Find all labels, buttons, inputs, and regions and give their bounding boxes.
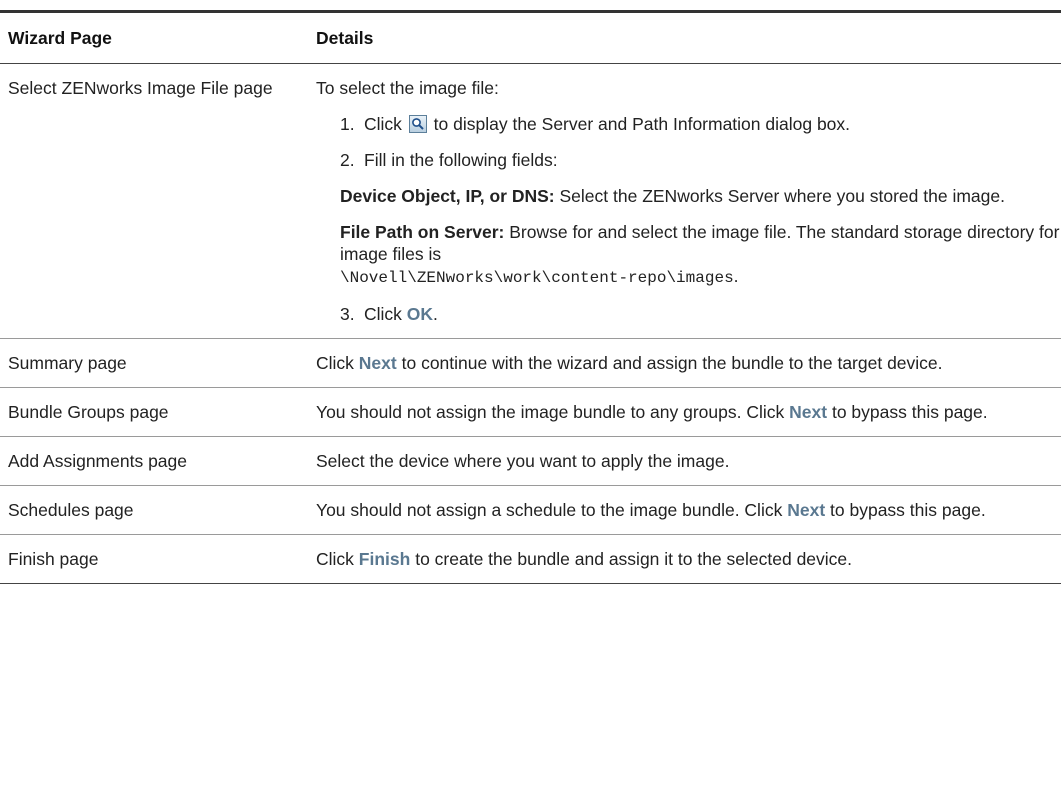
- ok-term: OK: [406, 304, 434, 324]
- wizard-page-name: Bundle Groups page: [0, 387, 316, 437]
- table-row: Add Assignments page Select the device w…: [0, 436, 1061, 486]
- wizard-page-name: Select ZENworks Image File page: [0, 63, 316, 339]
- field-label: File Path on Server:: [340, 222, 505, 242]
- step-text: Click: [364, 114, 402, 134]
- step-number: 3.: [340, 304, 355, 324]
- details-text: Click: [316, 353, 354, 373]
- wizard-page-name: Summary page: [0, 338, 316, 388]
- details-text: to bypass this page.: [830, 500, 986, 520]
- details-cell: To select the image file: 1. Click to dis…: [316, 63, 1061, 339]
- table-row: Schedules page You should not assign a s…: [0, 485, 1061, 535]
- details-text: You should not assign a schedule to the …: [316, 500, 783, 520]
- table-header-row: Wizard Page Details: [0, 10, 1061, 64]
- details-text: to create the bundle and assign it to th…: [415, 549, 853, 569]
- field-end: .: [733, 266, 739, 286]
- header-wizard-page: Wizard Page: [0, 10, 316, 64]
- table-row: Select ZENworks Image File page To selec…: [0, 63, 1061, 339]
- step-number: 1.: [340, 114, 355, 134]
- next-term: Next: [787, 500, 826, 520]
- wizard-pages-table: Wizard Page Details Select ZENworks Imag…: [0, 10, 1061, 584]
- details-text: Select the device where you want to appl…: [316, 436, 1061, 486]
- field-label: Device Object, IP, or DNS:: [340, 186, 555, 206]
- wizard-page-name: Schedules page: [0, 485, 316, 535]
- table-row: Finish page Click Finish to create the b…: [0, 534, 1061, 584]
- next-term: Next: [358, 353, 397, 373]
- details-cell: Click Next to continue with the wizard a…: [316, 338, 1061, 388]
- step-text: Fill in the following fields:: [364, 150, 558, 170]
- step-number: 2.: [340, 150, 355, 170]
- list-item: 3. Click OK.: [340, 303, 1061, 325]
- details-text: Click: [316, 549, 354, 569]
- table-row: Summary page Click Next to continue with…: [0, 338, 1061, 388]
- step-text: .: [433, 304, 438, 324]
- list-item: 2. Fill in the following fields: Device O…: [340, 149, 1061, 289]
- storage-path: \Novell\ZENworks\work\content-repo\image…: [340, 269, 734, 287]
- field-text: Select the ZENworks Server where you sto…: [559, 186, 1005, 206]
- next-term: Next: [789, 402, 828, 422]
- steps-list: 1. Click to display the Server and Path I…: [316, 113, 1061, 325]
- wizard-page-name: Add Assignments page: [0, 436, 316, 486]
- list-item: 1. Click to display the Server and Path I…: [340, 113, 1061, 135]
- details-text: to continue with the wizard and assign t…: [401, 353, 943, 373]
- search-icon[interactable]: [408, 115, 427, 133]
- header-details: Details: [316, 10, 1061, 64]
- details-cell: Click Finish to create the bundle and as…: [316, 534, 1061, 584]
- step-text: to display the Server and Path Informati…: [433, 114, 851, 134]
- details-intro: To select the image file:: [316, 78, 499, 98]
- details-text: You should not assign the image bundle t…: [316, 402, 785, 422]
- wizard-page-name: Finish page: [0, 534, 316, 584]
- details-text: to bypass this page.: [831, 402, 988, 422]
- step-text: Click: [364, 304, 402, 324]
- details-cell: You should not assign the image bundle t…: [316, 387, 1061, 437]
- field-device-object: Device Object, IP, or DNS: Select the ZE…: [340, 185, 1061, 207]
- finish-term: Finish: [358, 549, 411, 569]
- table-row: Bundle Groups page You should not assign…: [0, 387, 1061, 437]
- field-file-path: File Path on Server: Browse for and sele…: [340, 221, 1061, 289]
- details-cell: You should not assign a schedule to the …: [316, 485, 1061, 535]
